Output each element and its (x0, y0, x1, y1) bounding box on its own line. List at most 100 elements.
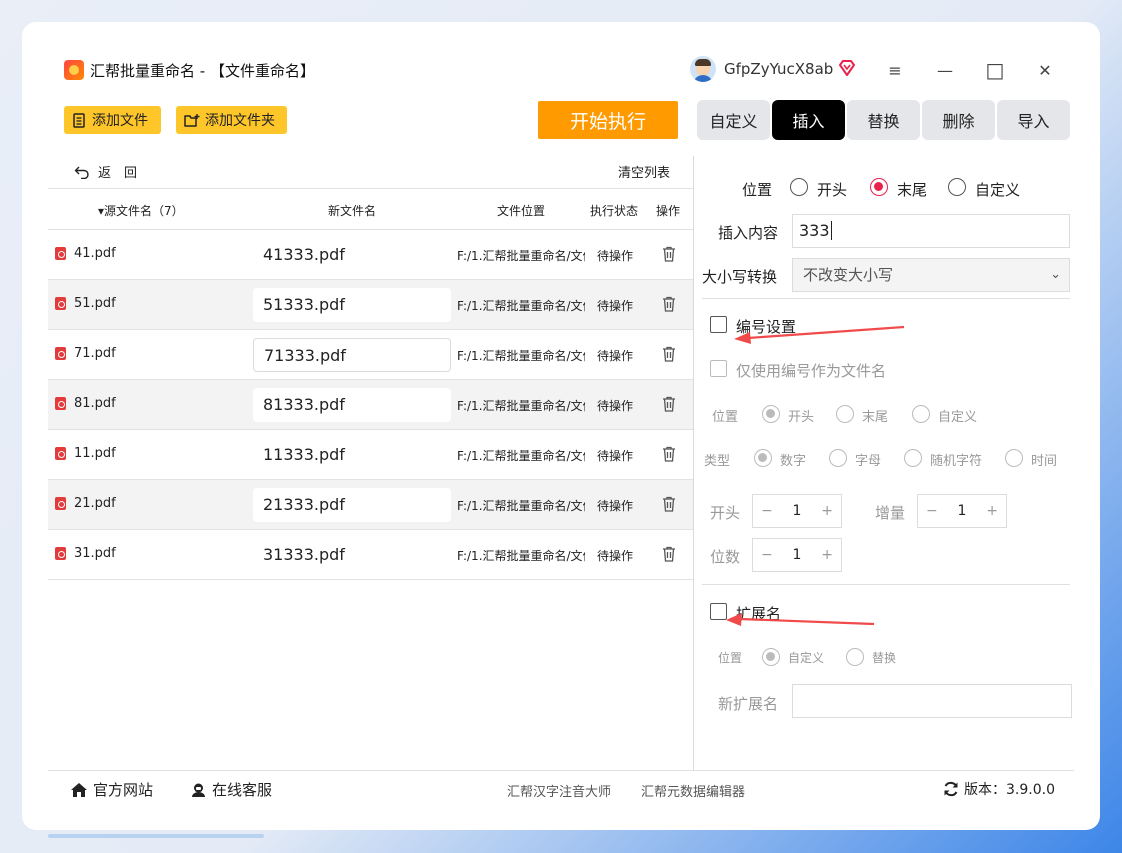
type-random-radio[interactable] (904, 449, 922, 467)
clear-list-button[interactable]: 清空列表 (618, 162, 670, 181)
plus-icon[interactable]: + (821, 547, 833, 563)
new-extension-input[interactable] (792, 684, 1072, 718)
numbering-custom-label: 自定义 (938, 410, 978, 425)
file-location: F:/1.汇帮批量重命名/文件 (457, 299, 585, 313)
type-letter-radio[interactable] (829, 449, 847, 467)
tab-delete[interactable]: 删除 (922, 100, 995, 140)
table-row[interactable]: 21.pdf 21333.pdf F:/1.汇帮批量重命名/文件 待操作 (48, 480, 693, 530)
app-logo-icon (64, 60, 84, 80)
start-number-label: 开头 (710, 504, 741, 522)
position-label: 位置 (742, 181, 773, 199)
position-start-radio[interactable] (790, 178, 808, 196)
minus-icon[interactable]: − (761, 547, 773, 563)
plus-icon[interactable]: + (986, 503, 998, 519)
home-icon (71, 782, 87, 797)
type-time-label: 时间 (1031, 454, 1058, 469)
minus-icon[interactable]: − (926, 503, 938, 519)
close-button[interactable]: ✕ (1030, 56, 1060, 84)
source-filename: 51.pdf (74, 296, 116, 311)
add-folder-button[interactable]: 添加文件夹 (176, 106, 287, 134)
new-filename-field[interactable]: 71333.pdf (253, 338, 451, 372)
chevron-down-icon: ⌄ (1050, 267, 1061, 282)
type-time-radio[interactable] (1005, 449, 1023, 467)
column-source[interactable]: ▾源文件名（7） (98, 202, 184, 219)
new-filename-field[interactable]: 51333.pdf (253, 288, 451, 322)
new-filename-field[interactable]: 41333.pdf (253, 238, 451, 272)
type-number-radio[interactable] (754, 449, 772, 467)
app-window: 汇帮批量重命名 - 【文件重命名】 GfpZyYucX8ab ≡ — □ ✕ 添… (48, 46, 1074, 806)
extension-custom-radio[interactable] (762, 648, 780, 666)
position-custom-radio[interactable] (948, 178, 966, 196)
position-end-radio[interactable] (870, 178, 888, 196)
new-filename-field[interactable]: 11333.pdf (253, 438, 451, 472)
source-filename: 71.pdf (74, 346, 116, 361)
table-row[interactable]: 41.pdf 41333.pdf F:/1.汇帮批量重命名/文件 待操作 (48, 230, 693, 280)
tab-import[interactable]: 导入 (997, 100, 1070, 140)
table-row[interactable]: 51.pdf 51333.pdf F:/1.汇帮批量重命名/文件 待操作 (48, 280, 693, 330)
insert-content-input[interactable]: 333 (792, 214, 1070, 248)
extension-position-label: 位置 (718, 651, 743, 665)
metadata-app-link[interactable]: 汇帮元数据编辑器 (641, 781, 745, 800)
insert-content-label: 插入内容 (718, 224, 779, 242)
new-filename-field[interactable]: 21333.pdf (253, 488, 451, 522)
new-extension-label: 新扩展名 (718, 695, 779, 713)
table-row[interactable]: 81.pdf 81333.pdf F:/1.汇帮批量重命名/文件 待操作 (48, 380, 693, 430)
extension-replace-radio[interactable] (846, 648, 864, 666)
source-filename: 81.pdf (74, 396, 116, 411)
new-filename-field[interactable]: 31333.pdf (253, 538, 451, 572)
back-button[interactable]: 返 回 (74, 162, 137, 181)
menu-icon[interactable]: ≡ (880, 56, 910, 84)
maximize-button[interactable]: □ (980, 56, 1010, 84)
support-link[interactable]: 在线客服 (190, 779, 272, 800)
table-row[interactable]: 71.pdf 71333.pdf F:/1.汇帮批量重命名/文件 待操作 (48, 330, 693, 380)
numbering-end-label: 末尾 (862, 410, 889, 425)
minimize-button[interactable]: — (930, 56, 960, 84)
pinyin-app-link[interactable]: 汇帮汉字注音大师 (507, 781, 611, 800)
trash-icon[interactable] (662, 446, 676, 462)
trash-icon[interactable] (662, 246, 676, 262)
tab-insert[interactable]: 插入 (772, 100, 845, 140)
table-row[interactable]: 11.pdf 11333.pdf F:/1.汇帮批量重命名/文件 待操作 (48, 430, 693, 480)
trash-icon[interactable] (662, 396, 676, 412)
header-divider-top (48, 188, 693, 189)
add-folder-label: 添加文件夹 (205, 113, 275, 129)
tab-custom[interactable]: 自定义 (697, 100, 770, 140)
start-number-stepper[interactable]: − 1 + (752, 494, 842, 528)
version-info[interactable]: 版本：3.9.0.0 (943, 779, 1055, 799)
table-row[interactable]: 31.pdf 31333.pdf F:/1.汇帮批量重命名/文件 待操作 (48, 530, 693, 580)
username[interactable]: GfpZyYucX8ab (724, 60, 833, 78)
numbering-start-radio[interactable] (762, 405, 780, 423)
numbering-end-radio[interactable] (836, 405, 854, 423)
position-end-label: 末尾 (897, 181, 928, 199)
increment-stepper[interactable]: − 1 + (917, 494, 1007, 528)
section-divider (702, 298, 1070, 299)
trash-icon[interactable] (662, 296, 676, 312)
tab-replace[interactable]: 替换 (847, 100, 920, 140)
add-folder-icon (184, 113, 200, 127)
annotation-arrow (726, 613, 875, 626)
trash-icon[interactable] (662, 346, 676, 362)
position-custom-label: 自定义 (975, 181, 1021, 199)
add-file-button[interactable]: 添加文件 (64, 106, 161, 134)
plus-icon[interactable]: + (821, 503, 833, 519)
numbering-checkbox[interactable] (710, 316, 727, 333)
numbering-position-label: 位置 (712, 410, 739, 425)
minus-icon[interactable]: − (761, 503, 773, 519)
trash-icon[interactable] (662, 546, 676, 562)
trash-icon[interactable] (662, 496, 676, 512)
numbering-custom-radio[interactable] (912, 405, 930, 423)
user-avatar[interactable] (690, 56, 716, 82)
digits-stepper[interactable]: − 1 + (752, 538, 842, 572)
only-number-checkbox[interactable] (710, 360, 727, 377)
start-button[interactable]: 开始执行 (538, 101, 678, 139)
case-conversion-label: 大小写转换 (702, 268, 778, 286)
column-location: 文件位置 (497, 204, 546, 218)
status-label: 待操作 (597, 249, 634, 263)
source-filename: 41.pdf (74, 246, 116, 261)
type-random-label: 随机字符 (930, 454, 983, 469)
new-filename-field[interactable]: 81333.pdf (253, 388, 451, 422)
vip-diamond-icon[interactable] (837, 58, 857, 78)
case-conversion-select[interactable]: 不改变大小写 ⌄ (792, 258, 1070, 292)
website-link[interactable]: 官方网站 (70, 779, 153, 800)
file-location: F:/1.汇帮批量重命名/文件 (457, 499, 585, 513)
